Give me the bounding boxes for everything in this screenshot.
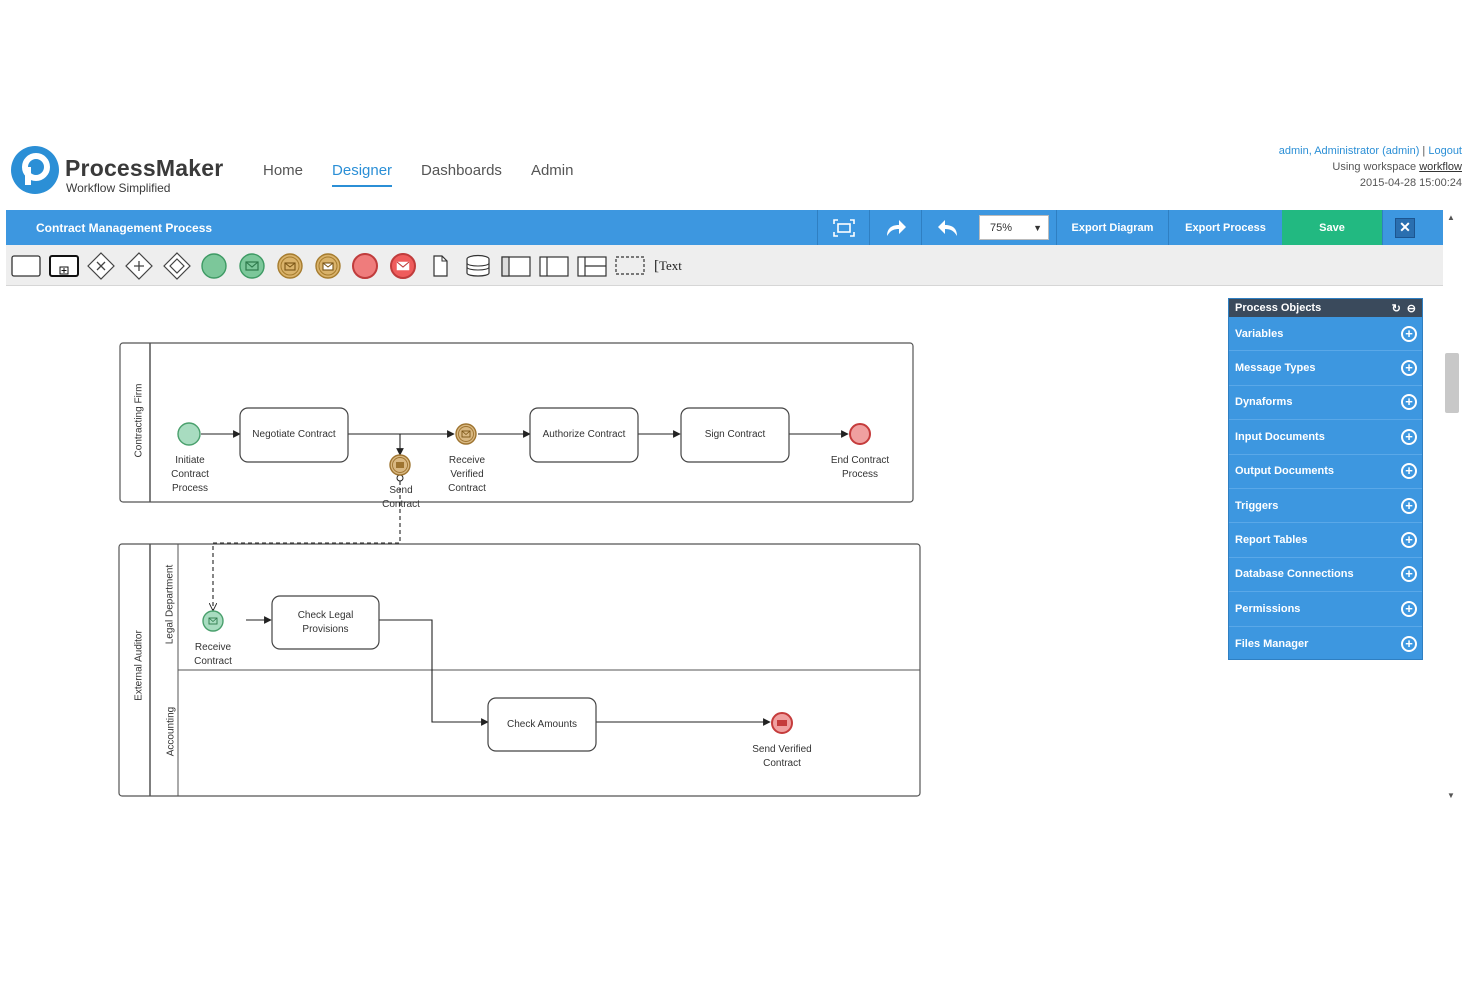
event-label-initiate: Initiate Contract Process xyxy=(171,455,209,494)
event-label-end-contract: End Contract Process xyxy=(830,455,890,480)
add-icon[interactable]: + xyxy=(1401,497,1417,514)
po-item-permissions[interactable]: Permissions + xyxy=(1229,592,1422,627)
add-icon[interactable]: + xyxy=(1401,428,1417,445)
refresh-icon[interactable]: ↻ xyxy=(1392,302,1401,315)
po-item-label: Message Types xyxy=(1235,362,1316,375)
add-icon[interactable]: + xyxy=(1401,360,1417,377)
po-item-label: Database Connections xyxy=(1235,568,1354,581)
add-icon[interactable]: + xyxy=(1401,566,1417,583)
po-item-label: Output Documents xyxy=(1235,465,1334,478)
po-item-label: Permissions xyxy=(1235,602,1301,615)
pool-label-external-auditor: External Auditor xyxy=(133,630,145,701)
task-label-authorize: Authorize Contract xyxy=(542,429,626,440)
intermediate-event-receive-verified[interactable] xyxy=(455,423,477,445)
task-label-check-legal: Check Legal Provisions xyxy=(297,609,354,635)
add-icon[interactable]: + xyxy=(1401,394,1417,411)
task-label-sign: Sign Contract xyxy=(704,429,766,440)
po-item-message-types[interactable]: Message Types + xyxy=(1229,351,1422,386)
po-item-report-tables[interactable]: Report Tables + xyxy=(1229,523,1422,558)
process-objects-panel: Process Objects ↻ ⊖ Variables + Message T… xyxy=(1228,298,1423,660)
pool-contracting-firm[interactable] xyxy=(119,342,914,503)
event-label-send-verified: Send Verified Contract xyxy=(752,744,812,769)
event-label-send-contract: Send Contract xyxy=(382,485,420,510)
po-item-label: Triggers xyxy=(1235,499,1279,512)
start-event-receive-contract[interactable] xyxy=(202,610,224,632)
event-label-receive-verified: Receive Verified Contract xyxy=(448,455,486,494)
intermediate-event-send-contract[interactable] xyxy=(389,454,411,476)
po-item-triggers[interactable]: Triggers + xyxy=(1229,489,1422,524)
po-item-label: Report Tables xyxy=(1235,534,1308,547)
add-icon[interactable]: + xyxy=(1401,600,1417,617)
po-item-dynaforms[interactable]: Dynaforms + xyxy=(1229,386,1422,421)
lane-label-legal-department: Legal Department xyxy=(164,564,176,645)
po-item-label: Files Manager xyxy=(1235,637,1309,650)
add-icon[interactable]: + xyxy=(1401,463,1417,480)
collapse-icon[interactable]: ⊖ xyxy=(1407,302,1416,315)
pool-label-contracting-firm: Contracting Firm xyxy=(133,383,145,458)
po-item-database-connections[interactable]: Database Connections + xyxy=(1229,558,1422,593)
start-event-initiate[interactable] xyxy=(177,422,201,446)
po-item-label: Dynaforms xyxy=(1235,396,1293,409)
po-item-input-documents[interactable]: Input Documents + xyxy=(1229,420,1422,455)
add-icon[interactable]: + xyxy=(1401,635,1417,652)
po-item-output-documents[interactable]: Output Documents + xyxy=(1229,455,1422,489)
lane-label-accounting: Accounting xyxy=(165,706,177,757)
po-item-label: Input Documents xyxy=(1235,430,1325,443)
process-objects-header: Process Objects ↻ ⊖ xyxy=(1229,299,1422,317)
po-item-variables[interactable]: Variables + xyxy=(1229,317,1422,352)
end-event-send-verified[interactable] xyxy=(771,712,793,734)
event-label-receive-contract: Receive Contract xyxy=(194,642,232,667)
add-icon[interactable]: + xyxy=(1401,532,1417,549)
task-label-check-amounts: Check Amounts xyxy=(506,718,578,730)
end-event-contract-process[interactable] xyxy=(849,423,871,445)
add-icon[interactable]: + xyxy=(1401,325,1417,342)
po-item-label: Variables xyxy=(1235,327,1284,340)
po-item-files-manager[interactable]: Files Manager + xyxy=(1229,627,1422,661)
task-label-negotiate: Negotiate Contract xyxy=(252,429,336,440)
process-objects-title: Process Objects xyxy=(1235,302,1322,314)
